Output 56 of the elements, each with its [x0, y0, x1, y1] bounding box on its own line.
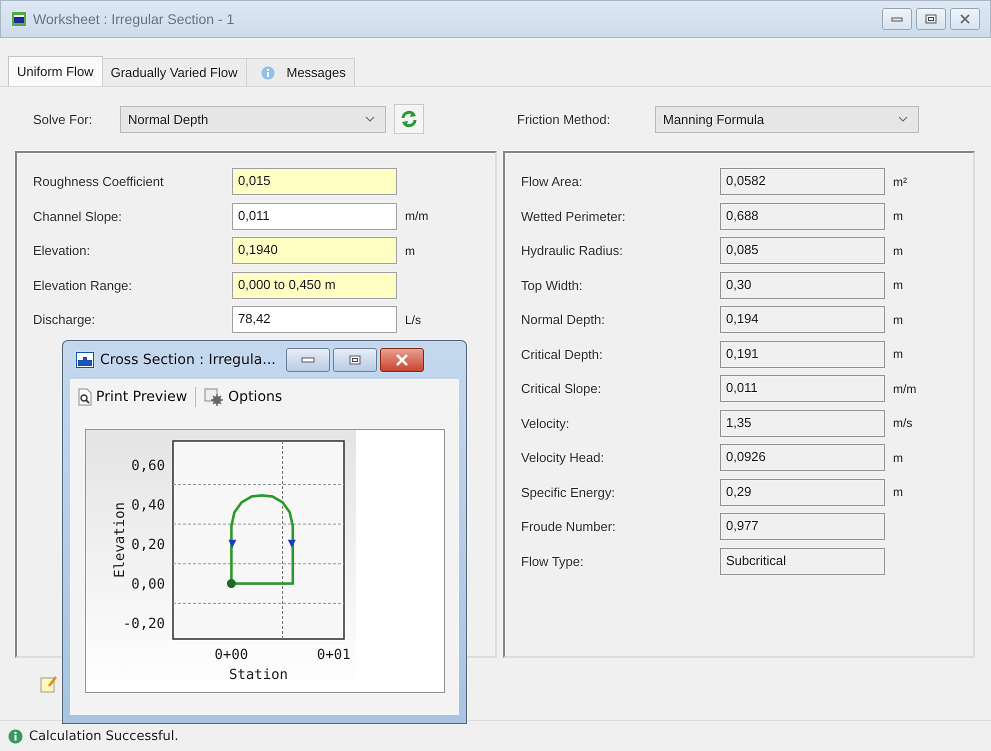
unit-label: m — [893, 485, 903, 499]
result-field: 0,0926 — [720, 444, 885, 471]
unit-label: m — [893, 312, 903, 326]
unit-label: m/m — [405, 209, 428, 223]
field-label: Elevation Range: — [33, 278, 134, 292]
result-field: 0,29 — [720, 478, 885, 506]
status-text: Calculation Successful. — [29, 728, 179, 744]
axis-tick-label: 0,40 — [131, 497, 165, 514]
axis-tick-label: 0,20 — [131, 536, 165, 553]
result-label: Critical Depth: — [521, 346, 604, 362]
result-field: Subcritical — [720, 548, 885, 574]
field-label: Channel Slope: — [33, 208, 123, 224]
result-field: 0,194 — [720, 306, 885, 333]
unit-label: m/s — [893, 416, 912, 430]
result-field: 0,011 — [720, 375, 885, 402]
result-label: Top Width: — [521, 278, 584, 292]
axis-tick-label: -0,20 — [122, 616, 165, 632]
field-label: Discharge: — [33, 312, 96, 327]
axis-tick-label: 0,60 — [131, 458, 165, 474]
result-label: Flow Area: — [521, 174, 584, 189]
unit-label: m² — [893, 174, 907, 188]
unit-label: m — [405, 244, 415, 258]
result-label: Normal Depth: — [521, 312, 606, 327]
result-label: Specific Energy: — [521, 484, 616, 500]
result-field: 0,30 — [720, 272, 885, 298]
field-label: Elevation: — [33, 243, 92, 258]
axis-title: Elevation — [112, 502, 128, 578]
result-label: Hydraulic Radius: — [521, 243, 624, 258]
unit-label: L/s — [405, 312, 422, 326]
result-label: Velocity Head: — [521, 450, 606, 465]
window-title: Worksheet : Irregular Section - 1 — [33, 11, 234, 27]
result-field: 0,0582 — [720, 168, 885, 195]
result-field: 0,085 — [720, 237, 885, 264]
unit-label: m — [893, 209, 903, 223]
field-label: Roughness Coefficient — [33, 174, 165, 189]
unit-label: m — [893, 450, 903, 464]
axis-tick-label: 0+01 — [316, 647, 351, 663]
result-label: Velocity: — [521, 416, 570, 430]
unit-label: m/m — [893, 382, 916, 396]
friction-method-label: Friction Method: — [517, 112, 612, 126]
result-field: 1,35 — [720, 410, 885, 436]
result-field: 0,977 — [720, 513, 885, 540]
unit-label: m — [893, 244, 903, 258]
axis-tick-label: 0,00 — [131, 576, 165, 593]
axis-title: Station — [229, 667, 288, 683]
unit-label: m — [893, 278, 903, 292]
result-label: Froude Number: — [521, 519, 617, 534]
unit-label: m — [893, 347, 903, 361]
result-field: 0,191 — [720, 340, 885, 368]
result-label: Critical Slope: — [521, 381, 602, 396]
result-label: Flow Type: — [521, 554, 585, 568]
axis-tick-label: 0+00 — [214, 647, 248, 663]
solve-for-label: Solve For: — [33, 112, 94, 126]
window-title: Cross Section : Irregula... — [100, 352, 276, 368]
result-label: Wetted Perimeter: — [521, 208, 627, 224]
result-field: 0,688 — [720, 202, 885, 230]
